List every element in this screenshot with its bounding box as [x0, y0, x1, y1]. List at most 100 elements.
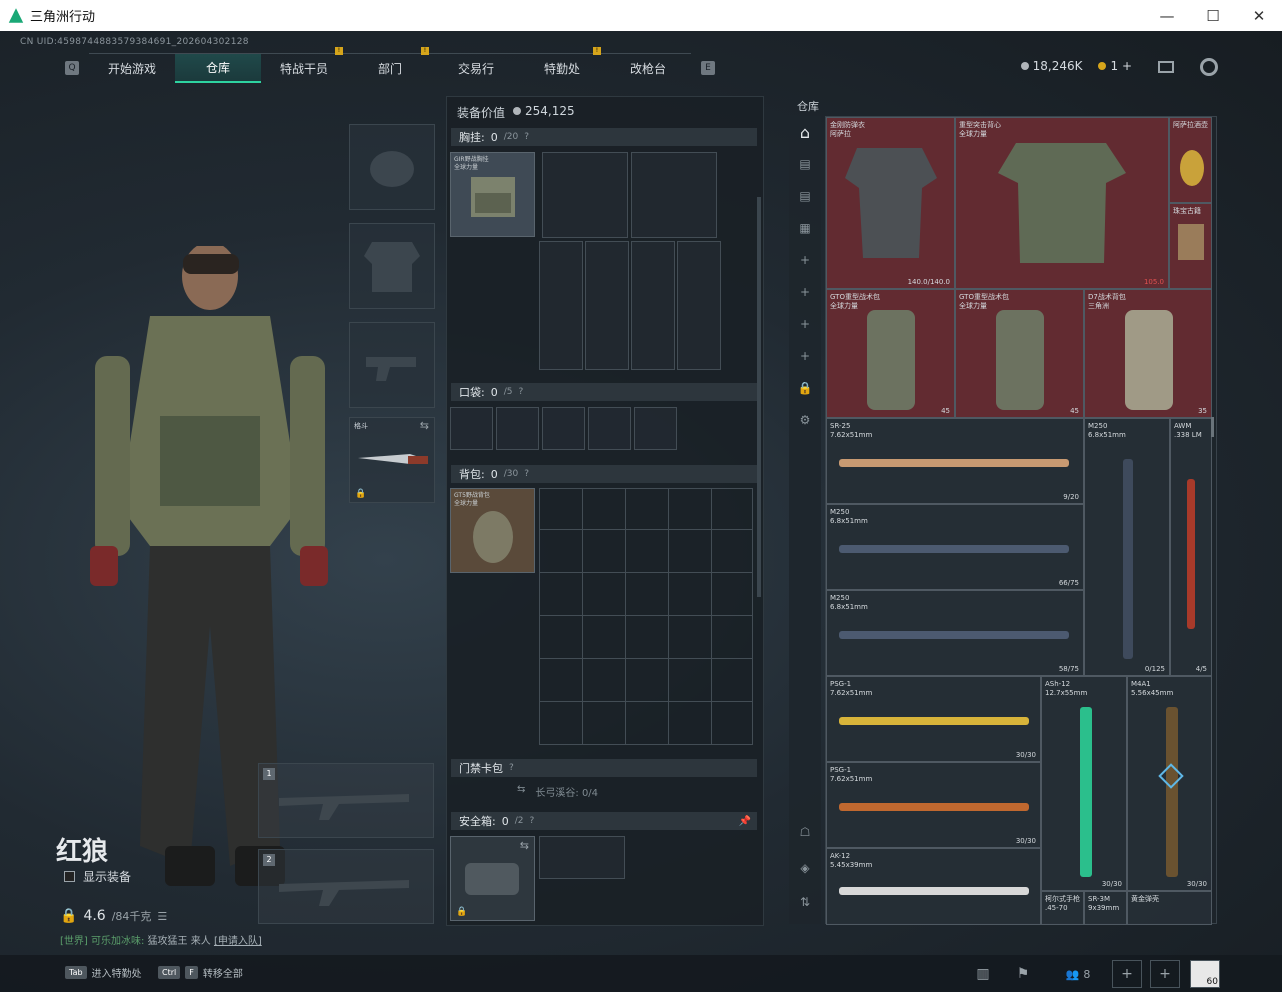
backpack-grid[interactable] [539, 488, 753, 745]
add-gold-button[interactable]: + [1122, 59, 1132, 73]
chest-grid-cell[interactable] [539, 241, 583, 370]
layers-icon[interactable]: ◈ [789, 852, 821, 884]
warehouse-item-m4a1[interactable]: M4A1 5.56x45mm 30/30 [1127, 676, 1212, 891]
nav-right-key-icon[interactable]: E [701, 61, 715, 75]
warehouse-scrollbar[interactable] [1211, 417, 1214, 437]
pistol-slot[interactable] [349, 322, 435, 408]
list-icon[interactable]: ☰ [157, 910, 167, 923]
tab-hotkey[interactable]: Tab 进入特勤处 [65, 965, 142, 980]
pocket-cell[interactable] [588, 407, 631, 450]
warehouse-item-backpack[interactable]: GTO重型战术包 全球力量 45 [826, 289, 955, 418]
checkbox[interactable] [64, 871, 75, 882]
tab-department[interactable]: 部门! [347, 47, 433, 83]
safe-box-item[interactable]: ⇆ 🔒 [450, 836, 535, 921]
warehouse-item-ash12[interactable]: ASh-12 12.7x55mm 30/30 [1041, 676, 1127, 891]
section-value: 0 [490, 130, 498, 144]
settings-icon[interactable]: ⚙ [789, 404, 821, 436]
help-icon[interactable]: ? [518, 387, 523, 397]
loadout-scrollbar[interactable] [757, 197, 761, 597]
flag-icon[interactable]: ⚑ [1008, 960, 1038, 988]
tab-market[interactable]: 交易行 [433, 53, 519, 83]
primary-weapon-slot-1[interactable]: 1 [258, 763, 434, 838]
gold-currency[interactable]: 1 + [1098, 59, 1132, 73]
warehouse-item-psg1[interactable]: PSG-1 7.62x51mm 30/30 [826, 762, 1041, 848]
keycard-capacity[interactable]: ⇆ 长弓溪谷: 0/4 [517, 784, 598, 799]
melee-slot[interactable]: 格斗 ⇆ 🔒 [349, 417, 435, 503]
stats-icon[interactable]: ▥ [968, 960, 998, 988]
warehouse-all-icon[interactable]: ⌂ [789, 116, 821, 148]
show-equipment-toggle[interactable]: 显示装备 [64, 868, 131, 885]
chest-grid-cell[interactable] [677, 241, 721, 370]
sort-icon[interactable]: ⇅ [789, 886, 821, 918]
swap-icon[interactable]: ⇆ [420, 419, 429, 432]
tab-operators[interactable]: 特战干员! [261, 47, 347, 83]
warehouse-item-awm[interactable]: AWM .338 LM 4/5 [1170, 418, 1212, 676]
help-icon[interactable]: ? [524, 132, 529, 142]
item-ammo: 30/30 [1015, 837, 1036, 845]
equipment-value: 装备价值 254,125 [457, 104, 575, 121]
chest-grid-cell[interactable] [542, 152, 628, 238]
tab-special-ops[interactable]: 特勤处! [519, 47, 605, 83]
chest-grid-cell[interactable] [585, 241, 629, 370]
backpack-item[interactable]: GT5野战背包 全球力量 [450, 488, 535, 573]
lock-icon[interactable]: 🔒 [789, 372, 821, 404]
warehouse-item-backpack[interactable]: D7战术背包 三角洲 35 [1084, 289, 1212, 418]
add-tab-icon[interactable]: + [789, 244, 821, 276]
transfer-all-hotkey[interactable]: Ctrl F 转移全部 [158, 965, 243, 980]
add-tab-icon[interactable]: + [789, 276, 821, 308]
warehouse-sidebar: ⌂ ▤ ▤ ▦ + + + + 🔒 ⚙ ☖ ◈ ⇅ [789, 116, 821, 924]
tab-gunsmith[interactable]: 改枪台 [605, 53, 691, 83]
add-tab-icon[interactable]: + [789, 308, 821, 340]
help-icon[interactable]: ? [529, 816, 534, 826]
warehouse-item-m250[interactable]: M250 6.8x51mm 58/75 [826, 590, 1084, 676]
help-icon[interactable]: ? [524, 469, 529, 479]
armor-slot[interactable] [349, 223, 435, 309]
warehouse-item-sr25[interactable]: SR-25 7.62x51mm 9/20 [826, 418, 1084, 504]
mail-icon[interactable] [1158, 61, 1174, 73]
warehouse-item-book[interactable]: 珠宝古籍 [1169, 203, 1212, 289]
warehouse-tab-2-icon[interactable]: ▤ [789, 180, 821, 212]
warehouse-item-armor[interactable]: 金刚防弹衣 阿萨拉 140.0/140.0 [826, 117, 955, 289]
safe-box-cell[interactable] [539, 836, 625, 879]
add-teammate-icon[interactable]: + [1150, 960, 1180, 988]
warehouse-item-ak12[interactable]: AK-12 5.45x39mm [826, 848, 1041, 925]
minimize-button[interactable]: — [1144, 0, 1190, 31]
friends-icon[interactable]: 👥 8 [1058, 960, 1098, 988]
filter-icon[interactable]: ☖ [789, 816, 821, 848]
warehouse-tab-3-icon[interactable]: ▦ [789, 212, 821, 244]
pocket-cell[interactable] [450, 407, 493, 450]
chest-grid-cell[interactable] [631, 241, 675, 370]
warehouse-item-backpack[interactable]: GTO重型战术包 全球力量 45 [955, 289, 1084, 418]
warehouse-item-vest[interactable]: 重型突击背心 全球力量 105.0 [955, 117, 1169, 289]
world-chat[interactable]: [世界] 可乐加冰味: 猛攻猛王 来人 [申请入队] [60, 932, 262, 947]
nav-left-key-icon[interactable]: Q [65, 61, 79, 75]
primary-weapon-slot-2[interactable]: 2 [258, 849, 434, 924]
settings-gear-icon[interactable] [1200, 58, 1218, 76]
add-teammate-icon[interactable]: + [1112, 960, 1142, 988]
pocket-cell[interactable] [634, 407, 677, 450]
chest-grid-cell[interactable] [631, 152, 717, 238]
pocket-cell[interactable] [542, 407, 585, 450]
close-button[interactable]: ✕ [1236, 0, 1282, 31]
warehouse-item-pistol[interactable]: 柯尔式手枪 .45-70 [1041, 891, 1084, 925]
add-tab-icon[interactable]: + [789, 340, 821, 372]
warehouse-item-sr3m[interactable]: SR-3M 9x39mm [1084, 891, 1127, 925]
warehouse-item-gold-shell[interactable]: 黄金弹壳 [1127, 891, 1212, 925]
warehouse-item-psg1[interactable]: PSG-1 7.62x51mm 30/30 [826, 676, 1041, 762]
chat-join-link[interactable]: [申请入队] [214, 936, 262, 947]
pin-icon[interactable]: 📌 [739, 816, 751, 827]
tab-start-game[interactable]: 开始游戏 [89, 53, 175, 83]
help-icon[interactable]: ? [509, 763, 514, 773]
warehouse-item-m250[interactable]: M250 6.8x51mm 66/75 [826, 504, 1084, 590]
warehouse-tab-1-icon[interactable]: ▤ [789, 148, 821, 180]
warehouse-item-flask[interactable]: 阿萨拉酒壶 [1169, 117, 1212, 203]
helmet-slot[interactable] [349, 124, 435, 210]
silver-currency[interactable]: 18,246K [1020, 59, 1082, 73]
warehouse-item-m250[interactable]: M250 6.8x51mm 0/125 [1084, 418, 1170, 676]
chest-rig-item[interactable]: GIR野战胸挂 全球力量 [450, 152, 535, 237]
tab-warehouse[interactable]: 仓库 [175, 53, 261, 83]
player-avatar[interactable]: 60 [1190, 960, 1220, 988]
swap-icon[interactable]: ⇆ [520, 839, 529, 852]
maximize-button[interactable]: ☐ [1190, 0, 1236, 31]
pocket-cell[interactable] [496, 407, 539, 450]
